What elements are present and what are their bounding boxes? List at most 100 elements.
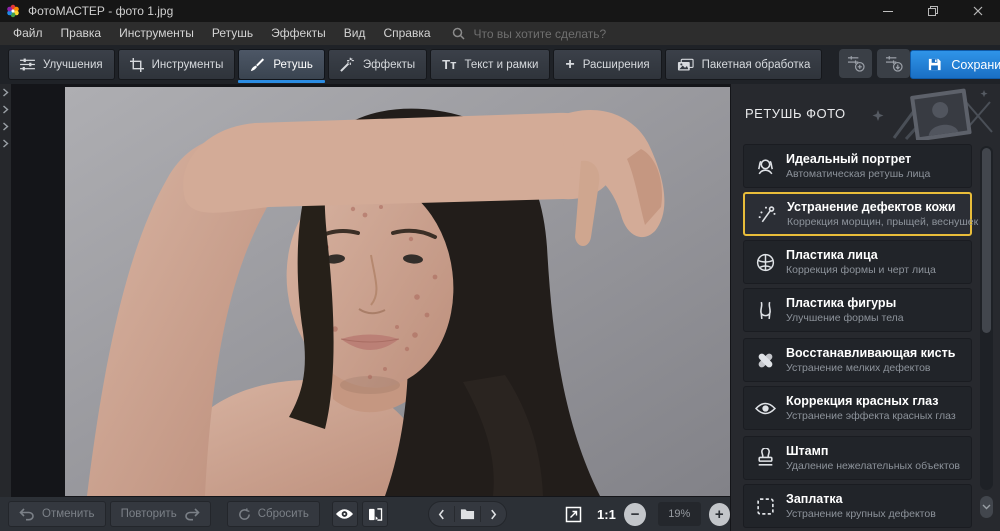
tool-title: Коррекция красных глаз (786, 394, 956, 408)
menu-edit[interactable]: Правка (52, 22, 111, 45)
red-eye-icon (755, 401, 776, 416)
tool-stamp[interactable]: Штамп Удаление нежелательных объектов (743, 436, 972, 480)
menu-tools[interactable]: Инструменты (110, 22, 203, 45)
tab-extensions[interactable]: + Расширения (553, 49, 661, 80)
editor-canvas (11, 84, 730, 497)
undo-label: Отменить (42, 508, 95, 520)
menu-effects[interactable]: Эффекты (262, 22, 335, 45)
tool-subtitle: Улучшение формы тела (786, 312, 904, 324)
panel-expander-chevron[interactable] (2, 122, 9, 131)
compare-before-after-icon (368, 508, 383, 521)
import-preset-button[interactable] (877, 49, 910, 78)
actual-size-button[interactable]: 1:1 (593, 501, 619, 527)
tab-tools[interactable]: Инструменты (118, 49, 236, 80)
scrollbar-thumb[interactable] (982, 148, 991, 333)
tool-body-plastic[interactable]: Пластика фигуры Улучшение формы тела (743, 288, 972, 332)
tab-label: Улучшения (43, 59, 103, 71)
tool-title: Штамп (786, 444, 960, 458)
photo-canvas[interactable] (65, 87, 731, 496)
tab-retouch[interactable]: Ретушь (238, 49, 325, 80)
tool-title: Восстанавливающая кисть (786, 346, 955, 360)
prev-photo-button[interactable] (429, 502, 454, 526)
redo-icon (184, 508, 200, 521)
tool-subtitle: Устранение мелких дефектов (786, 362, 955, 374)
menu-bar: Файл Правка Инструменты Ретушь Эффекты В… (0, 22, 1000, 45)
panel-expander-chevron[interactable] (2, 105, 9, 114)
minimize-icon (883, 11, 893, 12)
close-button[interactable] (955, 0, 1000, 22)
title-bar: ФотоМАСТЕР - фото 1.jpg (0, 0, 1000, 22)
save-button[interactable]: Сохранить (910, 50, 1000, 79)
zoom-out-icon: − (631, 507, 640, 522)
fit-screen-button[interactable] (561, 501, 585, 527)
scroll-down-button[interactable] (980, 496, 993, 518)
tab-bar: Улучшения Инструменты Ретушь Эффекты Tт … (0, 45, 1000, 84)
window-title: ФотоМАСТЕР - фото 1.jpg (28, 4, 173, 18)
menu-retouch[interactable]: Ретушь (203, 22, 262, 45)
undo-icon (19, 508, 35, 521)
panel-expander-chevron[interactable] (2, 88, 9, 97)
undo-button[interactable]: Отменить (8, 501, 106, 527)
tool-healing-brush[interactable]: Восстанавливающая кисть Устранение мелки… (743, 338, 972, 382)
menu-file[interactable]: Файл (4, 22, 52, 45)
reset-icon (238, 508, 251, 521)
tool-face-plastic[interactable]: Пластика лица Коррекция формы и черт лиц… (743, 240, 972, 284)
restore-icon (928, 6, 938, 16)
tool-red-eye[interactable]: Коррекция красных глаз Устранение эффект… (743, 386, 972, 430)
left-panel-strip (0, 84, 11, 497)
compare-button[interactable] (362, 501, 388, 527)
next-photo-button[interactable] (481, 502, 506, 526)
tool-title: Идеальный портрет (786, 152, 930, 166)
reset-button[interactable]: Сбросить (227, 501, 320, 527)
zoom-out-button[interactable]: − (624, 503, 645, 526)
menu-help[interactable]: Справка (374, 22, 439, 45)
tab-label: Пакетная обработка (702, 59, 811, 71)
healing-brush-icon (755, 350, 776, 371)
tab-label: Ретушь (273, 59, 313, 71)
add-preset-button[interactable] (839, 49, 872, 78)
save-icon (927, 57, 942, 72)
tool-patch[interactable]: Заплатка Устранение крупных дефектов (743, 484, 972, 528)
menu-view[interactable]: Вид (335, 22, 375, 45)
chevron-right-icon (490, 509, 497, 520)
tool-subtitle: Устранение эффекта красных глаз (786, 410, 956, 422)
crop-icon (130, 58, 144, 72)
tab-enhancements[interactable]: Улучшения (8, 49, 115, 80)
redo-button[interactable]: Повторить (110, 501, 211, 527)
face-plastic-icon (755, 252, 776, 273)
batch-icon (677, 58, 694, 72)
tab-label: Расширения (583, 59, 650, 71)
text-frames-icon: Tт (442, 57, 456, 72)
plus-icon: + (565, 56, 574, 74)
tool-subtitle: Коррекция морщин, прыщей, веснушек (787, 216, 978, 228)
save-label: Сохранить (951, 58, 1000, 72)
photomaster-window: ФотоМАСТЕР - фото 1.jpg Файл Правка Инст… (0, 0, 1000, 531)
patch-icon (755, 496, 776, 517)
tool-skin-defects[interactable]: Устранение дефектов кожи Коррекция морщи… (743, 192, 972, 236)
zoom-in-button[interactable]: + (709, 503, 730, 526)
fit-screen-icon (565, 506, 582, 523)
tool-perfect-portrait[interactable]: Идеальный портрет Автоматическая ретушь … (743, 144, 972, 188)
restore-button[interactable] (910, 0, 955, 22)
search-input[interactable] (472, 26, 692, 42)
sidebar-scrollbar[interactable] (980, 146, 993, 490)
close-icon (973, 6, 983, 16)
eye-icon (335, 508, 354, 520)
tool-title: Пластика фигуры (786, 296, 904, 310)
chevron-down-icon (982, 504, 991, 510)
retouch-tool-list: Идеальный портрет Автоматическая ретушь … (743, 144, 972, 531)
chevron-left-icon (438, 509, 445, 520)
show-original-button[interactable] (332, 501, 358, 527)
brush-icon (250, 57, 265, 72)
zoom-in-icon: + (715, 507, 724, 522)
tab-batch-processing[interactable]: Пакетная обработка (665, 49, 823, 80)
tool-title: Устранение дефектов кожи (787, 200, 978, 214)
tab-text-frames[interactable]: Tт Текст и рамки (430, 49, 550, 80)
tool-subtitle: Устранение крупных дефектов (786, 508, 936, 520)
tab-effects[interactable]: Эффекты (328, 49, 427, 80)
body-plastic-icon (755, 300, 776, 321)
minimize-button[interactable] (865, 0, 910, 22)
panel-expander-chevron[interactable] (2, 139, 9, 148)
tool-title: Пластика лица (786, 248, 936, 262)
open-folder-button[interactable] (455, 502, 480, 526)
